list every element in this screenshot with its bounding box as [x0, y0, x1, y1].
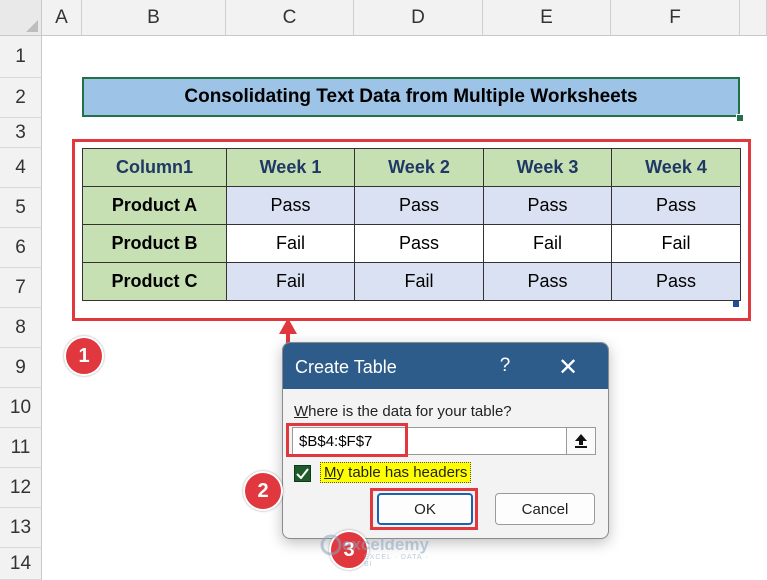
row-header-14[interactable]: 14 [0, 548, 42, 580]
prompt-accesskey: W [294, 403, 309, 420]
row-header-5[interactable]: 5 [0, 188, 42, 228]
checkbox-text: y table has headers [336, 464, 468, 481]
watermark-tagline: EXCEL · DATA · BI [364, 554, 429, 568]
column-header-a[interactable]: A [42, 0, 82, 36]
range-highlight-box [286, 423, 408, 457]
ok-highlight-box [370, 488, 478, 530]
column-header-g[interactable] [740, 0, 767, 36]
exceldemy-logo-icon [320, 534, 342, 556]
row-header-2[interactable]: 2 [0, 78, 42, 118]
column-header-e[interactable]: E [483, 0, 611, 36]
upload-arrow-icon [575, 434, 587, 448]
watermark-name: exceldemy [342, 535, 429, 554]
headers-checkbox-label[interactable]: My table has headers [320, 462, 472, 483]
dialog-title: Create Table [295, 357, 397, 377]
step-marker-2: 2 [243, 471, 283, 511]
table-highlight-box [72, 139, 751, 321]
close-button[interactable]: ✕ [555, 354, 581, 381]
row-header-4[interactable]: 4 [0, 148, 42, 188]
row-header-10[interactable]: 10 [0, 388, 42, 428]
range-prompt-label: Where is the data for your table? [294, 403, 512, 420]
select-all-corner[interactable] [0, 0, 42, 36]
headers-checkbox[interactable] [294, 465, 311, 482]
row-header-9[interactable]: 9 [0, 348, 42, 388]
prompt-text: here is the data for your table? [308, 403, 512, 420]
title-cell[interactable]: Consolidating Text Data from Multiple Wo… [82, 77, 740, 117]
row-header-7[interactable]: 7 [0, 268, 42, 308]
column-header-b[interactable]: B [82, 0, 226, 36]
help-button[interactable]: ? [493, 354, 517, 378]
row-header-1[interactable]: 1 [0, 36, 42, 78]
column-header-c[interactable]: C [226, 0, 354, 36]
row-header-11[interactable]: 11 [0, 428, 42, 468]
row-header-13[interactable]: 13 [0, 508, 42, 548]
collapse-dialog-button[interactable] [566, 428, 595, 454]
select-all-triangle-icon [26, 20, 38, 32]
fill-handle[interactable] [736, 114, 744, 122]
column-header-f[interactable]: F [611, 0, 740, 36]
spreadsheet: A B C D E F 1 2 3 4 5 6 7 8 9 10 11 12 1… [0, 0, 767, 580]
row-header-8[interactable]: 8 [0, 308, 42, 348]
checkmark-icon [296, 468, 309, 479]
column-header-d[interactable]: D [354, 0, 483, 36]
step-marker-1: 1 [64, 336, 104, 376]
row-header-12[interactable]: 12 [0, 468, 42, 508]
cancel-button[interactable]: Cancel [495, 493, 595, 525]
row-header-6[interactable]: 6 [0, 228, 42, 268]
checkbox-accesskey: M [324, 464, 337, 481]
watermark: exceldemy EXCEL · DATA · BI [320, 534, 429, 568]
row-header-3[interactable]: 3 [0, 118, 42, 148]
